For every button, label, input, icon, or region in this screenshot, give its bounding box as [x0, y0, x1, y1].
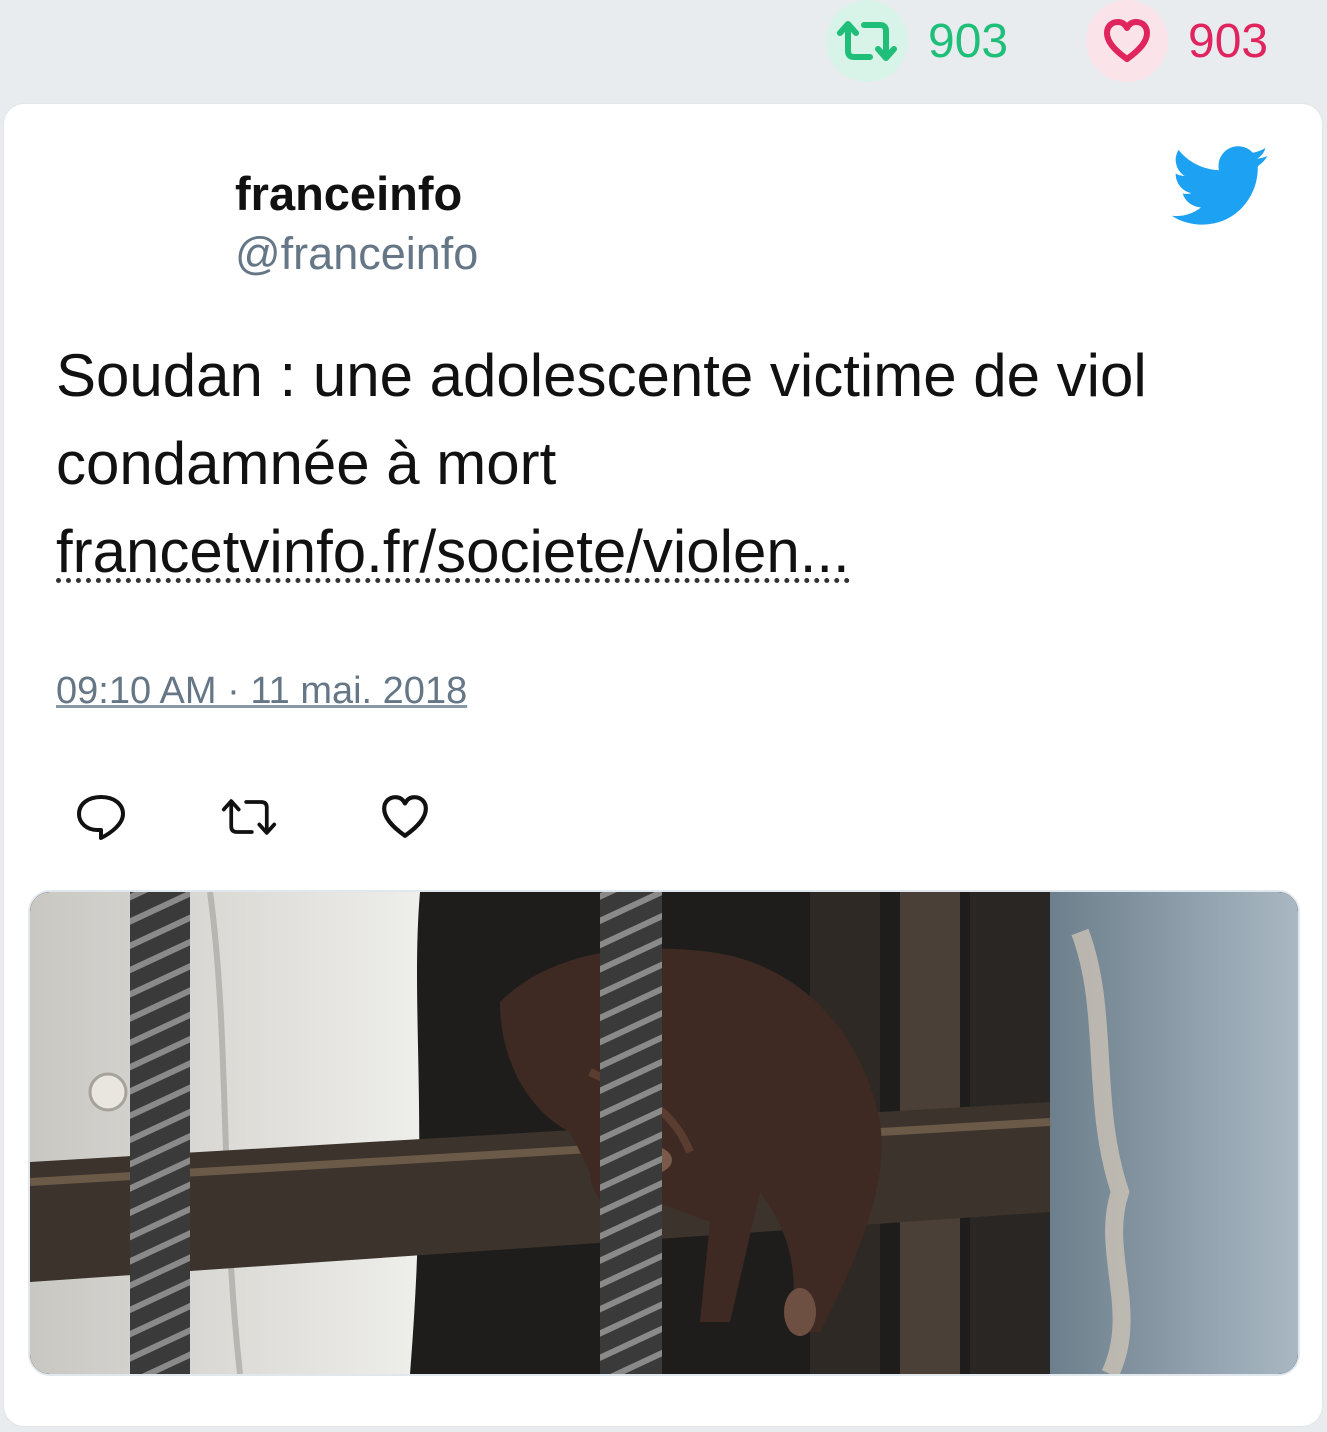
- twitter-bird-icon[interactable]: [1171, 146, 1270, 226]
- heart-icon[interactable]: [1086, 0, 1168, 82]
- reply-icon: [77, 795, 125, 840]
- tweet-text: Soudan : une adolescente victime de viol…: [56, 342, 1147, 497]
- retweet-icon[interactable]: [826, 0, 908, 82]
- heart-icon: [382, 795, 428, 838]
- retweet-button[interactable]: [220, 788, 278, 846]
- like-stat[interactable]: 903: [1086, 0, 1268, 82]
- retweet-stat[interactable]: 903: [826, 0, 1008, 82]
- reply-button[interactable]: [72, 788, 130, 846]
- author-name[interactable]: franceinfo: [235, 166, 462, 221]
- tweet-link[interactable]: francetvinfo.fr/societe/violen...: [56, 508, 850, 585]
- tweet-card: franceinfo @franceinfo Soudan : une adol…: [4, 104, 1322, 1426]
- author-handle[interactable]: @franceinfo: [235, 228, 478, 280]
- tweet-timestamp[interactable]: 09:10 AM · 11 mai. 2018: [56, 670, 467, 713]
- like-count: 903: [1188, 14, 1269, 68]
- retweet-count: 903: [928, 14, 1009, 68]
- tweet-media-image[interactable]: [28, 890, 1300, 1376]
- retweet-icon: [221, 799, 277, 835]
- like-button[interactable]: [376, 788, 434, 846]
